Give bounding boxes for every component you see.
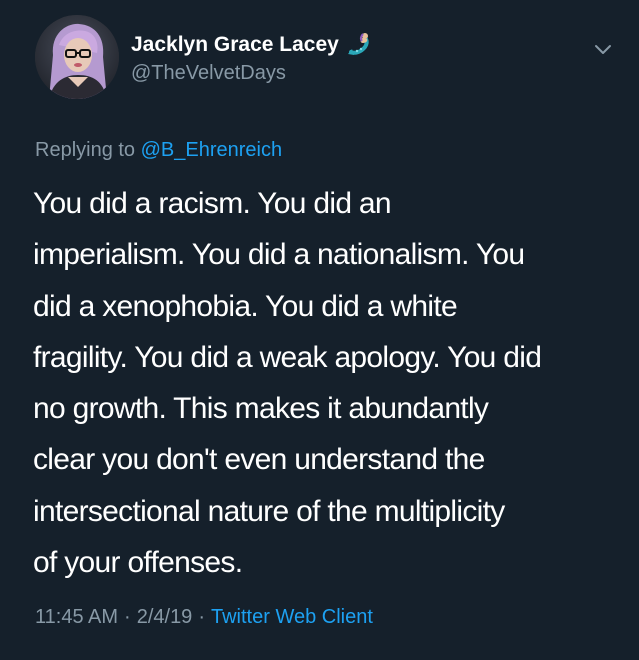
chevron-down-icon[interactable]: [590, 36, 616, 62]
tweet-source-link[interactable]: Twitter Web Client: [211, 606, 373, 628]
tweet-card: Jacklyn Grace Lacey @TheVelvetDays Reply…: [0, 0, 639, 660]
avatar[interactable]: [35, 15, 119, 99]
tweet-text-line: no growth. This makes it abundantly: [33, 392, 489, 426]
replying-to-mention-link[interactable]: @B_Ehrenreich: [141, 139, 282, 161]
tweet-text-line: intersectional nature of the multiplicit…: [33, 494, 505, 528]
meta-separator: ·: [198, 606, 205, 628]
replying-to-label: Replying to: [35, 139, 136, 161]
tweet-meta: 11:45 AM · 2/4/19 · Twitter Web Client: [35, 606, 373, 629]
tweet-text-line: fragility. You did a weak apology. You d…: [33, 340, 542, 374]
tweet-date[interactable]: 2/4/19: [137, 606, 193, 628]
tweet-text-line: You did a racism. You did an: [33, 187, 392, 220]
tweet-time[interactable]: 11:45 AM: [35, 606, 118, 628]
author-handle[interactable]: @TheVelvetDays: [131, 62, 286, 85]
mermaid-icon: [347, 33, 369, 55]
replying-to: Replying to @B_Ehrenreich: [35, 139, 282, 162]
tweet-text-line: imperialism. You did a nationalism. You: [33, 238, 525, 272]
display-name[interactable]: Jacklyn Grace Lacey: [131, 33, 339, 57]
avatar-image: [35, 15, 119, 99]
tweet-text-line: did a xenophobia. You did a white: [33, 289, 458, 323]
tweet-text-line: of your offenses.: [33, 546, 243, 580]
meta-separator: ·: [124, 606, 131, 628]
tweet-text: You did a racism. You did an imperialism…: [33, 178, 623, 588]
tweet-text-line: clear you don't even understand the: [33, 443, 485, 477]
author-name-row[interactable]: Jacklyn Grace Lacey: [131, 31, 375, 59]
